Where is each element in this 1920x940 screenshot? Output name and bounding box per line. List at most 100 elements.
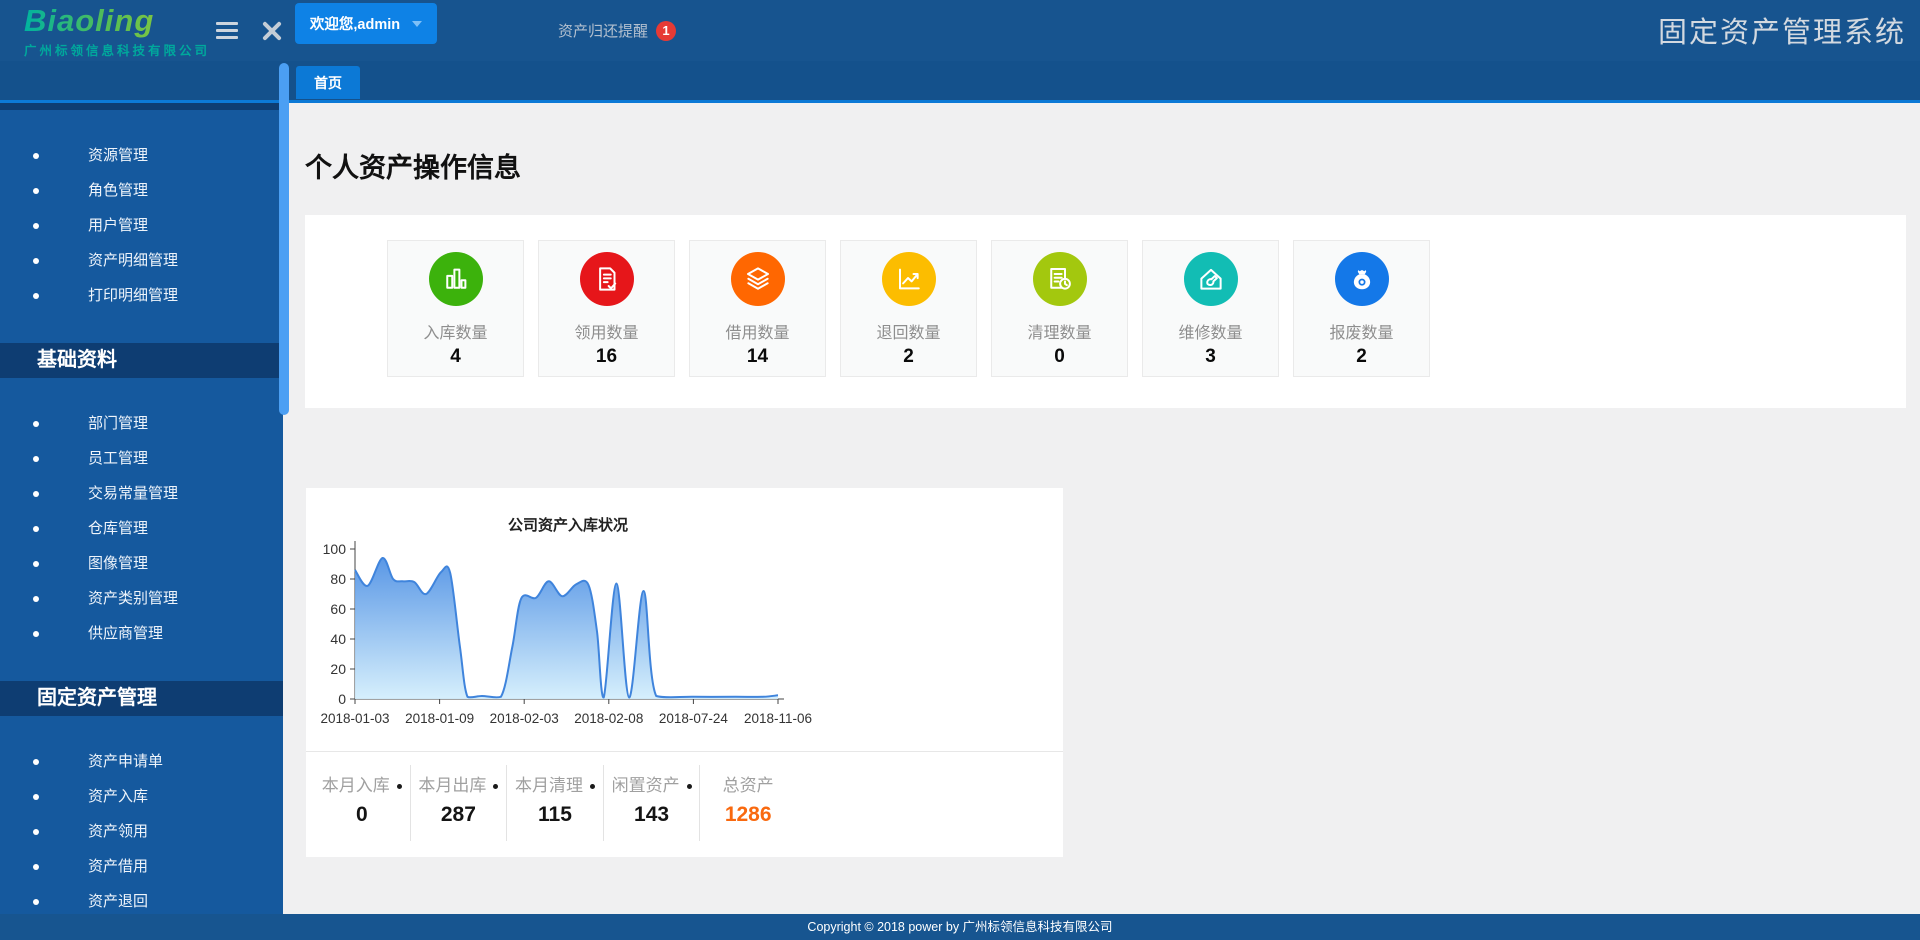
sidebar-item-list: 部门管理员工管理交易常量管理仓库管理图像管理资产类别管理供应商管理: [0, 406, 283, 651]
sidebar: 系统管理资源管理角色管理用户管理资产明细管理打印明细管理基础资料部门管理员工管理…: [0, 61, 283, 914]
stat-card-value: 14: [747, 346, 768, 368]
stat-card-label: 借用数量: [725, 319, 789, 343]
svg-text:0: 0: [338, 691, 346, 707]
sidebar-item[interactable]: 员工管理: [0, 441, 283, 476]
sidebar-item[interactable]: 图像管理: [0, 546, 283, 581]
stat-card-value: 2: [1356, 346, 1367, 368]
summary-item: 本月入库 0: [314, 765, 411, 841]
summary-label: 本月清理: [507, 771, 603, 796]
chevron-down-icon: [412, 21, 422, 27]
svg-text:80: 80: [330, 571, 346, 587]
summary-value: 0: [314, 803, 410, 827]
summary-label: 闲置资产: [604, 771, 700, 796]
svg-text:100: 100: [323, 541, 347, 557]
bullet-dot-icon: [687, 784, 692, 789]
sidebar-item[interactable]: 资产借用: [0, 849, 283, 884]
stat-card-label: 退回数量: [876, 319, 940, 343]
svg-text:40: 40: [330, 631, 346, 647]
sidebar-item[interactable]: 资源管理: [0, 138, 283, 173]
sidebar-item[interactable]: 用户管理: [0, 208, 283, 243]
sidebar-item[interactable]: 资产退回: [0, 884, 283, 914]
bullet-dot-icon: [493, 784, 498, 789]
summary-item: 本月清理 115: [507, 765, 604, 841]
sidebar-scrollbar-thumb[interactable]: [279, 63, 289, 415]
sidebar-item[interactable]: 仓库管理: [0, 511, 283, 546]
stat-card-value: 2: [903, 346, 914, 368]
stat-card: 报废数量2: [1293, 240, 1430, 377]
sidebar-section: 基础资料部门管理员工管理交易常量管理仓库管理图像管理资产类别管理供应商管理: [0, 343, 283, 651]
reminder-count-badge: 1: [656, 21, 676, 41]
stat-cards-row: 入库数量 4 领用数量 16 借用数量 14 退回数量 2 清理数量 0 维修数量 3 报废数量2: [387, 240, 1430, 377]
sidebar-section: 固定资产管理资产申请单资产入库资产领用资产借用资产退回: [0, 681, 283, 914]
trend-chart-icon: [882, 252, 936, 306]
stat-card: 领用数量 16: [538, 240, 675, 377]
summary-value: 115: [507, 803, 603, 827]
sidebar-item[interactable]: 资产类别管理: [0, 581, 283, 616]
system-title: 固定资产管理系统: [1658, 9, 1906, 51]
sidebar-section-header-2[interactable]: 固定资产管理: [0, 681, 283, 716]
stat-card-label: 清理数量: [1027, 319, 1091, 343]
bullet-dot-icon: [397, 784, 402, 789]
layers-icon: [731, 252, 785, 306]
welcome-label: 欢迎您,admin: [310, 13, 400, 34]
chart-panel: 公司资产入库状况 0204060801002018-01-032018-01-0…: [306, 488, 1063, 857]
tab-home[interactable]: 首页: [296, 66, 360, 99]
document-clock-icon: [1033, 252, 1087, 306]
sidebar-item[interactable]: 供应商管理: [0, 616, 283, 651]
sidebar-item[interactable]: 打印明细管理: [0, 278, 283, 313]
sidebar-section-header-1[interactable]: 基础资料: [0, 343, 283, 378]
bar-chart-icon: [429, 252, 483, 306]
stat-cards-panel: 入库数量 4 领用数量 16 借用数量 14 退回数量 2 清理数量 0 维修数量 3 报废数量2: [305, 215, 1906, 408]
stat-card: 维修数量 3: [1142, 240, 1279, 377]
welcome-admin-dropdown[interactable]: 欢迎您,admin: [295, 3, 437, 44]
svg-text:2018-07-24: 2018-07-24: [659, 711, 729, 726]
money-bag-icon: [1335, 252, 1389, 306]
summary-label: 本月入库: [314, 771, 410, 796]
stat-card: 退回数量 2: [840, 240, 977, 377]
stat-card-value: 0: [1054, 346, 1065, 368]
stat-card-value: 4: [450, 346, 461, 368]
summary-value: 1286: [700, 803, 796, 827]
sidebar-item[interactable]: 交易常量管理: [0, 476, 283, 511]
app-logo[interactable]: Biaoling 广州标领信息科技有限公司: [24, 3, 210, 59]
summary-value: 287: [411, 803, 507, 827]
svg-text:20: 20: [330, 661, 346, 677]
sidebar-item[interactable]: 角色管理: [0, 173, 283, 208]
menu-icon[interactable]: [216, 22, 238, 39]
bullet-dot-icon: [590, 784, 595, 789]
stat-card: 清理数量 0: [991, 240, 1128, 377]
stat-card: 入库数量 4: [387, 240, 524, 377]
svg-text:60: 60: [330, 601, 346, 617]
stat-card-value: 3: [1205, 346, 1216, 368]
stat-card-label: 领用数量: [574, 319, 638, 343]
summary-label: 本月出库: [411, 771, 507, 796]
sidebar-item[interactable]: 部门管理: [0, 406, 283, 441]
home-wrench-icon: [1184, 252, 1238, 306]
sidebar-item[interactable]: 资产明细管理: [0, 243, 283, 278]
summary-label: 总资产: [700, 771, 796, 796]
svg-text:2018-01-09: 2018-01-09: [405, 711, 474, 726]
close-icon[interactable]: [260, 19, 284, 43]
sidebar-item[interactable]: 资产申请单: [0, 744, 283, 779]
sidebar-section: 系统管理资源管理角色管理用户管理资产明细管理打印明细管理: [0, 75, 283, 313]
page-title: 个人资产操作信息: [305, 146, 521, 185]
sidebar-item[interactable]: 资产领用: [0, 814, 283, 849]
reminder-label: 资产归还提醒: [558, 20, 648, 41]
stat-card-label: 入库数量: [423, 319, 487, 343]
stat-card: 借用数量 14: [689, 240, 826, 377]
footer-copyright: Copyright © 2018 power by 广州标领信息科技有限公司: [0, 914, 1920, 940]
summary-row: 本月入库 0本月出库 287本月清理 115闲置资产 143总资产 1286: [314, 765, 796, 841]
sidebar-item[interactable]: 资产入库: [0, 779, 283, 814]
summary-item: 本月出库 287: [411, 765, 508, 841]
stat-card-label: 维修数量: [1178, 319, 1242, 343]
logo-text: Biaoling: [24, 3, 210, 39]
stat-card-value: 16: [596, 346, 617, 368]
summary-item: 总资产 1286: [700, 765, 796, 841]
document-check-icon: [580, 252, 634, 306]
summary-item: 闲置资产 143: [604, 765, 701, 841]
sidebar-item-list: 资产申请单资产入库资产领用资产借用资产退回: [0, 744, 283, 914]
asset-return-reminder[interactable]: 资产归还提醒 1: [558, 0, 676, 61]
svg-text:2018-11-06: 2018-11-06: [744, 711, 812, 726]
summary-value: 143: [604, 803, 700, 827]
logo-subtitle: 广州标领信息科技有限公司: [24, 40, 210, 59]
